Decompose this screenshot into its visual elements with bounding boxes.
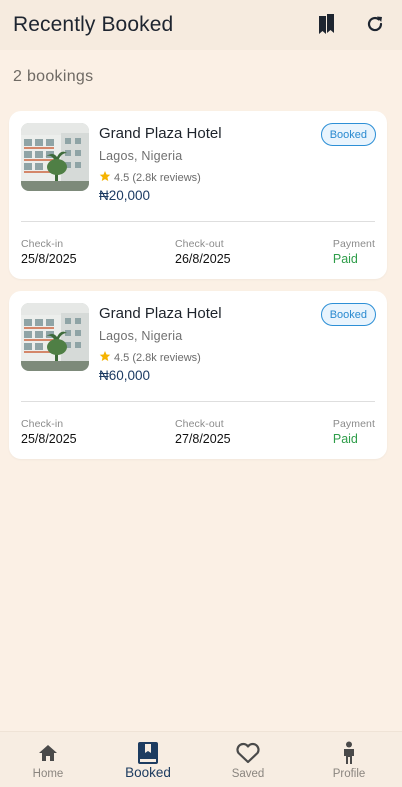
hotel-location: Lagos, Nigeria — [99, 329, 183, 343]
checkout-date: 26/8/2025 — [175, 252, 231, 266]
rating-text: 4.5 (2.8k reviews) — [114, 172, 201, 184]
checkin-label: Check-in — [21, 238, 64, 250]
hotel-name: Grand Plaza Hotel — [99, 305, 222, 322]
card-divider — [21, 401, 375, 402]
page-title: Recently Booked — [13, 13, 174, 36]
payment-label: Payment — [332, 418, 375, 430]
checkout-label: Check-out — [175, 238, 224, 250]
star-icon — [99, 169, 111, 187]
checkin-info: Check-in 25/8/2025 — [21, 418, 77, 446]
app-header: Recently Booked — [0, 0, 402, 50]
checkout-info: Check-out 27/8/2025 — [175, 418, 231, 446]
refresh-icon[interactable] — [364, 12, 386, 36]
status-badge: Booked — [320, 123, 376, 146]
hotel-rating: 4.5 (2.8k reviews) — [99, 169, 201, 187]
hotel-rating: 4.5 (2.8k reviews) — [99, 349, 201, 367]
nav-booked-label: Booked — [125, 765, 171, 780]
payment-info: Payment Paid — [333, 238, 375, 266]
booking-card[interactable]: Grand Plaza Hotel Lagos, Nigeria 4.5 (2.… — [9, 111, 387, 279]
hotel-thumbnail — [21, 303, 89, 371]
payment-status: Paid — [332, 432, 358, 446]
nav-booked[interactable]: Booked — [98, 732, 198, 787]
status-badge: Booked — [320, 303, 376, 326]
rating-text: 4.5 (2.8k reviews) — [114, 352, 201, 364]
heart-icon — [235, 741, 261, 765]
nav-home-label: Home — [32, 768, 64, 780]
hotel-location: Lagos, Nigeria — [99, 149, 183, 163]
hotel-price: ₦60,000 — [99, 368, 151, 383]
checkout-label: Check-out — [175, 418, 224, 430]
nav-profile[interactable]: Profile — [299, 732, 399, 787]
payment-status: Paid — [332, 252, 358, 266]
nav-profile-label: Profile — [332, 768, 366, 780]
nav-home[interactable]: Home — [0, 732, 98, 787]
checkout-date: 27/8/2025 — [175, 432, 231, 446]
app-screen: Recently Booked 2 bookings Grand Plaza H… — [0, 0, 402, 787]
payment-info: Payment Paid — [333, 418, 375, 446]
hotel-price: ₦20,000 — [99, 188, 151, 203]
book-icon — [137, 741, 159, 765]
booking-card[interactable]: Grand Plaza Hotel Lagos, Nigeria 4.5 (2.… — [9, 291, 387, 459]
nav-saved[interactable]: Saved — [198, 732, 298, 787]
header-actions — [316, 12, 386, 36]
checkin-info: Check-in 25/8/2025 — [21, 238, 77, 266]
hotel-name: Grand Plaza Hotel — [99, 125, 222, 142]
checkout-info: Check-out 26/8/2025 — [175, 238, 231, 266]
checkin-date: 25/8/2025 — [21, 252, 77, 266]
card-divider — [21, 221, 375, 222]
checkin-label: Check-in — [21, 418, 64, 430]
nav-saved-label: Saved — [231, 768, 265, 780]
person-icon — [341, 741, 357, 765]
home-icon — [38, 741, 58, 765]
bookings-count: 2 bookings — [13, 68, 94, 85]
bookmark-icon[interactable] — [316, 12, 338, 36]
star-icon — [99, 349, 111, 367]
payment-label: Payment — [332, 238, 375, 250]
checkin-date: 25/8/2025 — [21, 432, 77, 446]
bottom-nav: Home Booked Saved Profile — [0, 731, 402, 787]
hotel-thumbnail — [21, 123, 89, 191]
